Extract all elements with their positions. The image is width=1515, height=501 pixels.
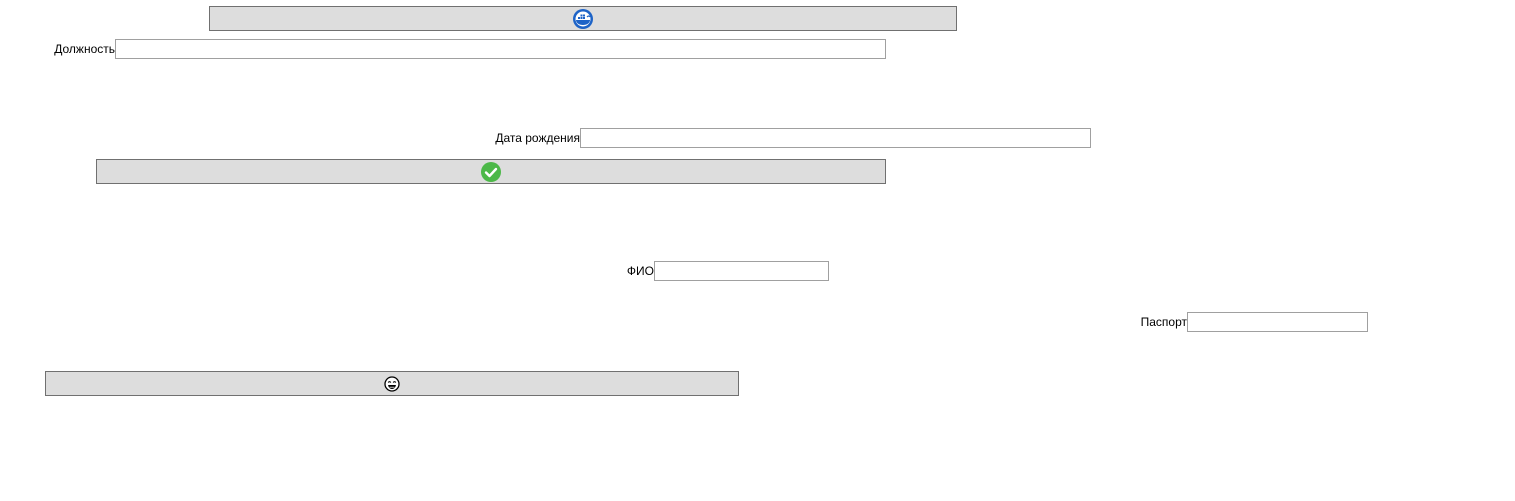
full-name-label: ФИО <box>626 264 654 278</box>
top-icon-button[interactable] <box>209 6 957 31</box>
position-label: Должность <box>54 42 115 56</box>
docker-whale-icon <box>572 8 594 30</box>
emoji-face-icon <box>381 373 403 395</box>
position-field[interactable] <box>115 39 886 59</box>
checkmark-circle-icon <box>480 161 502 183</box>
bottom-icon-button[interactable] <box>45 371 739 396</box>
passport-label: Паспорт <box>1140 315 1187 329</box>
full-name-field[interactable] <box>654 261 829 281</box>
birth-date-field[interactable] <box>580 128 1091 148</box>
birth-date-label: Дата рождения <box>495 131 580 145</box>
confirm-button[interactable] <box>96 159 886 184</box>
passport-field[interactable] <box>1187 312 1368 332</box>
